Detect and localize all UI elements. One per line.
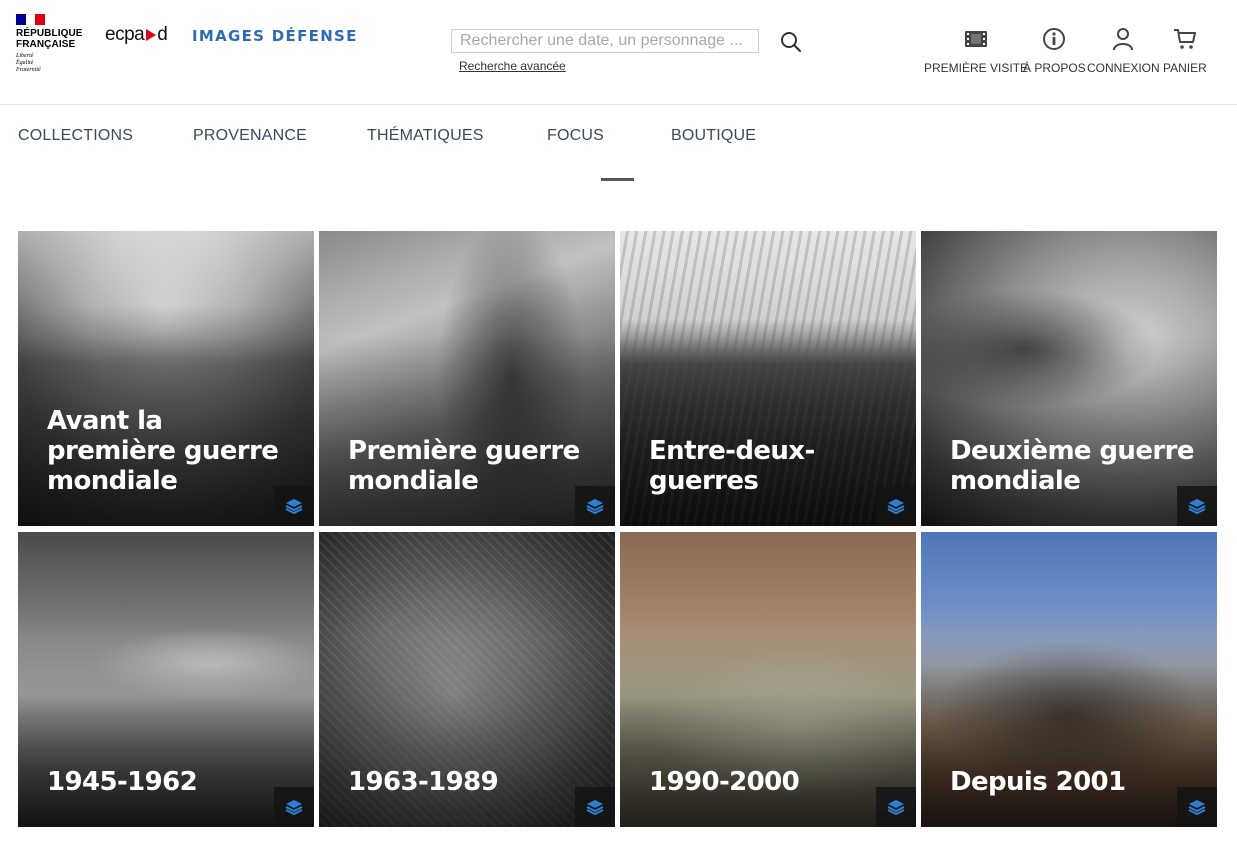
ecpad-logo[interactable]: ecpa d [105,24,168,46]
info-icon [1043,28,1066,50]
topnav-premiere-visite[interactable]: PREMIÈRE VISITE [924,26,1028,75]
layers-icon [1188,800,1206,815]
tile-1963-1989[interactable]: 1963-1989 [319,532,615,827]
layers-icon [285,800,303,815]
nav-boutique[interactable]: BOUTIQUE [671,127,756,145]
tile-depuis-2001[interactable]: Depuis 2001 [921,532,1217,827]
tile-1990-2000[interactable]: 1990-2000 [620,532,916,827]
rf-motto-egalite: Égalité [16,60,34,66]
collection-badge[interactable] [274,787,314,827]
layers-icon [887,499,905,514]
images-defense-logo[interactable]: IMAGES DÉFENSE [192,27,358,45]
collection-badge[interactable] [575,486,615,526]
nav-thematiques[interactable]: THÉMATIQUES [367,127,484,145]
nav-focus[interactable]: FOCUS [547,127,604,145]
nav-active-indicator [601,178,634,181]
layers-icon [285,499,303,514]
layers-icon [586,499,604,514]
tile-title: Avant la première guerre mondiale [47,406,279,496]
tile-title: Depuis 2001 [950,767,1126,797]
cart-icon [1173,29,1196,49]
layers-icon [1188,499,1206,514]
tile-premiere-guerre[interactable]: Première guerre mondiale [319,231,615,526]
tile-deuxieme-guerre[interactable]: Deuxième guerre mondiale [921,231,1217,526]
topnav-connexion[interactable]: CONNEXION [1087,26,1160,75]
tile-title: 1945-1962 [47,767,198,797]
tile-title: 1990-2000 [649,767,800,797]
tile-title: 1963-1989 [348,767,499,797]
collection-badge[interactable] [876,486,916,526]
rf-motto: Liberté Égalité Fraternité [16,53,96,74]
advanced-search-link[interactable]: Recherche avancée [459,59,566,73]
collection-badge[interactable] [1177,787,1217,827]
tile-entre-deux-guerres[interactable]: Entre-deux-guerres [620,231,916,526]
topnav-label: CONNEXION [1087,61,1160,75]
search-button[interactable] [777,28,805,56]
nav-provenance[interactable]: PROVENANCE [193,127,307,145]
rf-motto-fraternite: Fraternité [16,67,41,73]
republique-francaise-logo[interactable]: RÉPUBLIQUE FRANÇAISE Liberté Égalité Fra… [16,14,96,74]
tile-title: Première guerre mondiale [348,436,580,496]
layers-icon [887,800,905,815]
tile-avant-premiere-guerre[interactable]: Avant la première guerre mondiale [18,231,314,526]
ecpad-logo-left: ecpa [105,24,145,45]
topnav-label: PREMIÈRE VISITE [924,61,1029,75]
topnav-a-propos[interactable]: À PROPOS [1023,26,1086,75]
topnav-label: PANIER [1163,61,1207,75]
ecpad-logo-right: d [157,24,168,45]
search-icon [781,32,802,53]
rf-name-line1: RÉPUBLIQUE [16,28,83,39]
topnav-panier[interactable]: PANIER [1163,26,1207,75]
rf-motto-liberte: Liberté [16,53,34,59]
ecpad-play-icon [146,29,157,41]
layers-icon [586,800,604,815]
tile-title: Deuxième guerre mondiale [950,436,1194,496]
site-header: RÉPUBLIQUE FRANÇAISE Liberté Égalité Fra… [0,0,1237,105]
search-input[interactable] [451,29,759,53]
collection-badge[interactable] [876,787,916,827]
tile-1945-1962[interactable]: 1945-1962 [18,532,314,827]
topnav-label: À PROPOS [1023,61,1086,75]
collection-badge[interactable] [575,787,615,827]
collection-badge[interactable] [274,486,314,526]
user-icon [1113,28,1134,51]
collection-badge[interactable] [1177,486,1217,526]
tile-title: Entre-deux-guerres [649,436,815,496]
rf-name-line2: FRANÇAISE [16,39,76,50]
main-navigation: COLLECTIONS PROVENANCE THÉMATIQUES FOCUS… [0,127,1237,147]
french-flag-icon [16,14,46,25]
film-icon [965,31,988,47]
nav-collections[interactable]: COLLECTIONS [18,127,133,145]
